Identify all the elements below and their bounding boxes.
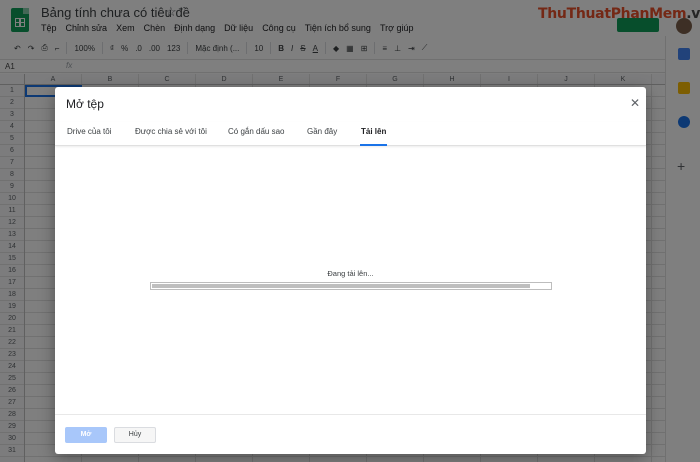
- cancel-button[interactable]: Hủy: [114, 427, 156, 443]
- upload-status-text: Đang tải lên...: [327, 269, 374, 278]
- tab-my-drive[interactable]: Drive của tôi: [67, 127, 111, 136]
- dialog-tabs: Drive của tôi Được chia sẻ với tôi Có gắ…: [55, 122, 646, 146]
- close-icon[interactable]: ✕: [630, 96, 640, 110]
- open-button[interactable]: Mở: [65, 427, 107, 443]
- tab-shared-with-me[interactable]: Được chia sẻ với tôi: [135, 127, 207, 136]
- dialog-footer: Mở Hủy: [55, 414, 646, 454]
- open-file-dialog: Mở tệp ✕ Drive của tôi Được chia sẻ với …: [55, 87, 646, 454]
- tab-recent[interactable]: Gần đây: [307, 127, 337, 136]
- active-tab-indicator: [360, 144, 387, 146]
- tab-starred[interactable]: Có gắn dấu sao: [228, 127, 285, 136]
- tab-upload[interactable]: Tải lên: [361, 127, 386, 136]
- upload-progress-fill: [152, 284, 530, 288]
- dialog-title: Mở tệp: [66, 97, 104, 111]
- upload-progress-bar: [150, 282, 552, 290]
